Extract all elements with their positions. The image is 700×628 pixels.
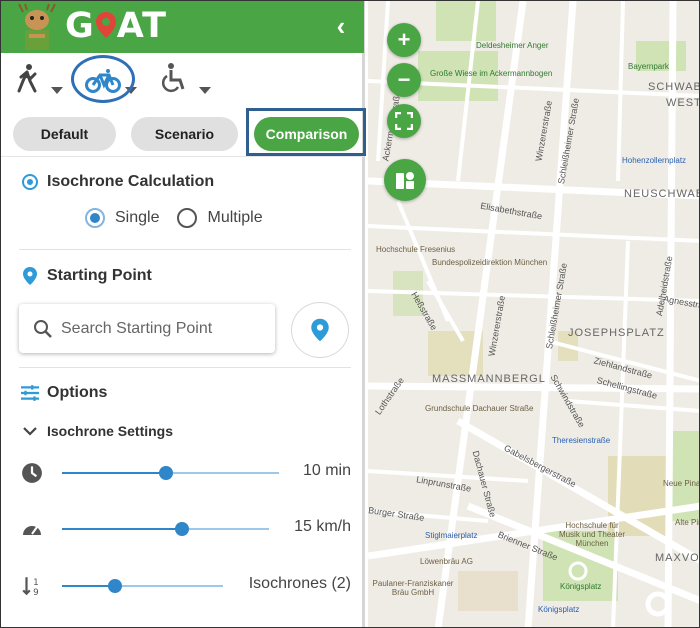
map-station: Theresienstraße: [552, 436, 611, 445]
chevron-down-icon[interactable]: [51, 87, 63, 94]
map-district: JOSEPHSPLATZ: [568, 327, 665, 339]
minus-icon: −: [397, 67, 411, 92]
map-label: Deldesheimer Anger: [476, 41, 549, 50]
slider-thumb[interactable]: [159, 466, 174, 480]
map-canvas[interactable]: [368, 1, 700, 628]
divider: [19, 249, 351, 250]
radio-multiple-label[interactable]: Multiple: [207, 209, 262, 227]
isochrones-slider-row: 1 9 Isochrones (2): [19, 571, 355, 601]
map-district: MASSMANNBERGL: [432, 373, 546, 385]
selection-highlight-circle: [71, 55, 135, 103]
tune-icon: [21, 385, 39, 401]
comparison-highlight-box: [246, 108, 366, 156]
starting-point-section-header: Starting Point: [19, 266, 152, 286]
time-slider-row: 10 min: [19, 458, 355, 488]
map-view[interactable]: Deldesheimer Anger Große Wiese im Ackerm…: [368, 1, 700, 628]
chevron-down-icon[interactable]: [199, 87, 211, 94]
fullscreen-icon: [395, 112, 413, 130]
isochrones-slider[interactable]: [62, 579, 223, 593]
isochrone-settings-label: Isochrone Settings: [47, 423, 174, 439]
slider-thumb[interactable]: [175, 522, 190, 536]
svg-text:1: 1: [33, 578, 39, 588]
layers-icon: [396, 172, 414, 189]
layers-button[interactable]: [384, 159, 426, 201]
map-station: Hohenzollernplatz: [622, 156, 687, 165]
goat-mascot-icon: [18, 4, 56, 50]
divider: [19, 367, 351, 368]
chevron-down-icon: [23, 427, 37, 436]
slider-thumb[interactable]: [108, 579, 123, 593]
radio-multiple[interactable]: [177, 208, 198, 228]
isochrone-section-title: Isochrone Calculation: [47, 173, 215, 190]
map-poi: Hochschule Fresenius: [376, 245, 456, 254]
map-poi: Neue Pina: [663, 479, 700, 488]
map-poi: Löwenbräu AG: [420, 557, 473, 566]
pick-on-map-button[interactable]: [291, 302, 349, 358]
map-district: MAXVO: [655, 552, 700, 564]
sort-numeric-icon: 1 9: [22, 577, 39, 597]
map-station: Stiglmaierplatz: [425, 531, 478, 540]
side-panel: G AT ‹ Default Scenario Comparison Isoch…: [1, 1, 366, 627]
isochrones-value: Isochrones (2): [248, 575, 351, 592]
tab-scenario[interactable]: Scenario: [131, 117, 238, 151]
map-label: Königsplatz: [560, 582, 602, 591]
radio-single-label[interactable]: Single: [115, 209, 159, 227]
options-title: Options: [47, 384, 108, 401]
isochrone-settings-toggle[interactable]: Isochrone Settings: [23, 423, 173, 439]
map-district: NEUSCHWABIN: [624, 188, 699, 200]
fullscreen-button[interactable]: [387, 104, 421, 138]
speed-slider-row: 15 km/h: [19, 514, 355, 544]
speed-value: 15 km/h: [294, 518, 351, 535]
search-icon: [34, 319, 52, 338]
app-frame: Deldesheimer Anger Große Wiese im Ackerm…: [0, 0, 700, 628]
location-pin-icon: [23, 267, 37, 285]
tab-default[interactable]: Default: [13, 117, 116, 151]
map-district: SCHWAB: [648, 81, 700, 93]
clock-icon: [22, 463, 42, 483]
chevron-left-icon: ‹: [336, 11, 346, 41]
time-value: 10 min: [302, 462, 351, 479]
zoom-in-button[interactable]: +: [387, 23, 421, 57]
map-pin-logo-icon: [95, 12, 116, 38]
starting-point-search-input[interactable]: Search Starting Point: [19, 304, 275, 353]
app-header: G AT ‹: [1, 1, 364, 53]
wheelchair-icon: [161, 63, 185, 93]
options-section-header: Options: [19, 384, 107, 402]
logo-text-end: AT: [116, 6, 167, 46]
map-poi: Alte Pinakothek: [675, 518, 699, 527]
calculation-mode-radio-group: Single Multiple: [85, 208, 263, 228]
collapse-panel-button[interactable]: ‹: [327, 13, 355, 41]
speedometer-icon: [23, 526, 41, 535]
radio-single[interactable]: [85, 208, 105, 228]
walk-icon: [17, 64, 37, 93]
target-icon: [22, 174, 38, 190]
map-station: Königsplatz: [538, 605, 580, 614]
zoom-out-button[interactable]: −: [387, 63, 421, 97]
slider-fill: [62, 528, 183, 530]
isochrone-section-header: Isochrone Calculation: [19, 173, 214, 191]
location-pin-icon: [311, 318, 329, 342]
slider-fill: [62, 472, 167, 474]
mode-walk-button[interactable]: [15, 61, 65, 103]
svg-text:9: 9: [33, 588, 39, 597]
mode-wheelchair-button[interactable]: [161, 61, 215, 103]
starting-point-title: Starting Point: [47, 267, 152, 284]
app-logo: G AT: [65, 6, 167, 46]
map-district: WEST: [666, 97, 700, 109]
map-poi: Bundespolizeidirektion München: [432, 258, 548, 267]
logo-text-start: G: [65, 6, 95, 46]
search-placeholder: Search Starting Point: [61, 319, 213, 337]
map-poi: Hochschule für Musik und Theater München: [558, 521, 626, 548]
map-label: Bayernpark: [628, 62, 669, 71]
map-label: Große Wiese im Ackermannbogen: [430, 69, 553, 78]
map-poi: Paulaner-Franziskaner Bräu GmbH: [372, 579, 454, 597]
speed-slider[interactable]: [62, 522, 269, 536]
map-poi: Grundschule Dachauer Straße: [425, 404, 534, 413]
time-slider[interactable]: [62, 466, 279, 480]
plus-icon: +: [397, 27, 411, 52]
